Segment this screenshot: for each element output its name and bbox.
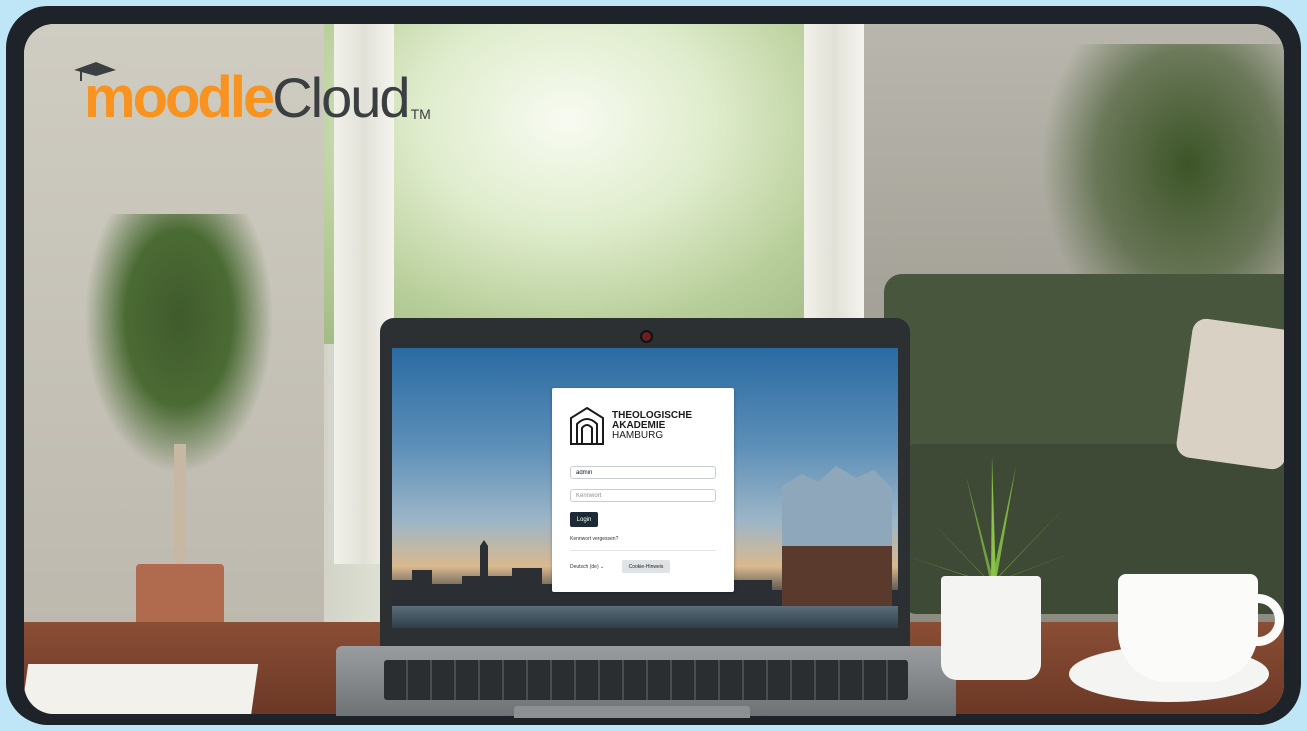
login-button[interactable]: Login [570,512,598,527]
username-input[interactable] [570,466,716,479]
moodlecloud-logo: moodle Cloud TM [74,58,431,128]
coffee-cup [1118,574,1258,682]
cushion [1174,317,1284,471]
touchpad [514,706,750,718]
tree-trunk [174,444,186,584]
logo-cloud-word: Cloud [272,66,410,129]
notepad [24,664,259,714]
elbphilharmonie-building [782,466,892,606]
cookie-notice-button[interactable]: Cookie-Hinweis [622,560,670,573]
image-frame: moodle Cloud TM THEOLOGISCHE AKADEMIE HA… [6,6,1301,725]
potted-tree [84,214,274,474]
laptop: THEOLOGISCHE AKADEMIE HAMBURG Login Kenn… [380,318,910,658]
keyboard [384,660,908,700]
logo-trademark: TM [410,106,431,122]
webcam [640,330,653,343]
graduation-cap-icon [74,62,116,81]
succulent-plant [906,456,1074,584]
brand-line-3: HAMBURG [612,430,664,441]
password-input[interactable] [570,489,716,502]
laptop-screen: THEOLOGISCHE AKADEMIE HAMBURG Login Kenn… [392,348,898,628]
forgot-password-link[interactable]: Kennwort vergessen? [570,536,618,542]
login-card: THEOLOGISCHE AKADEMIE HAMBURG Login Kenn… [552,388,734,592]
divider [570,550,716,551]
institution-logo: THEOLOGISCHE AKADEMIE HAMBURG [568,406,692,446]
laptop-base [336,646,956,718]
white-plant-pot [941,576,1041,680]
harbor-water [392,606,898,628]
arch-gate-icon [570,406,604,445]
language-select[interactable]: Deutsch (de) ⌄ [570,564,604,570]
